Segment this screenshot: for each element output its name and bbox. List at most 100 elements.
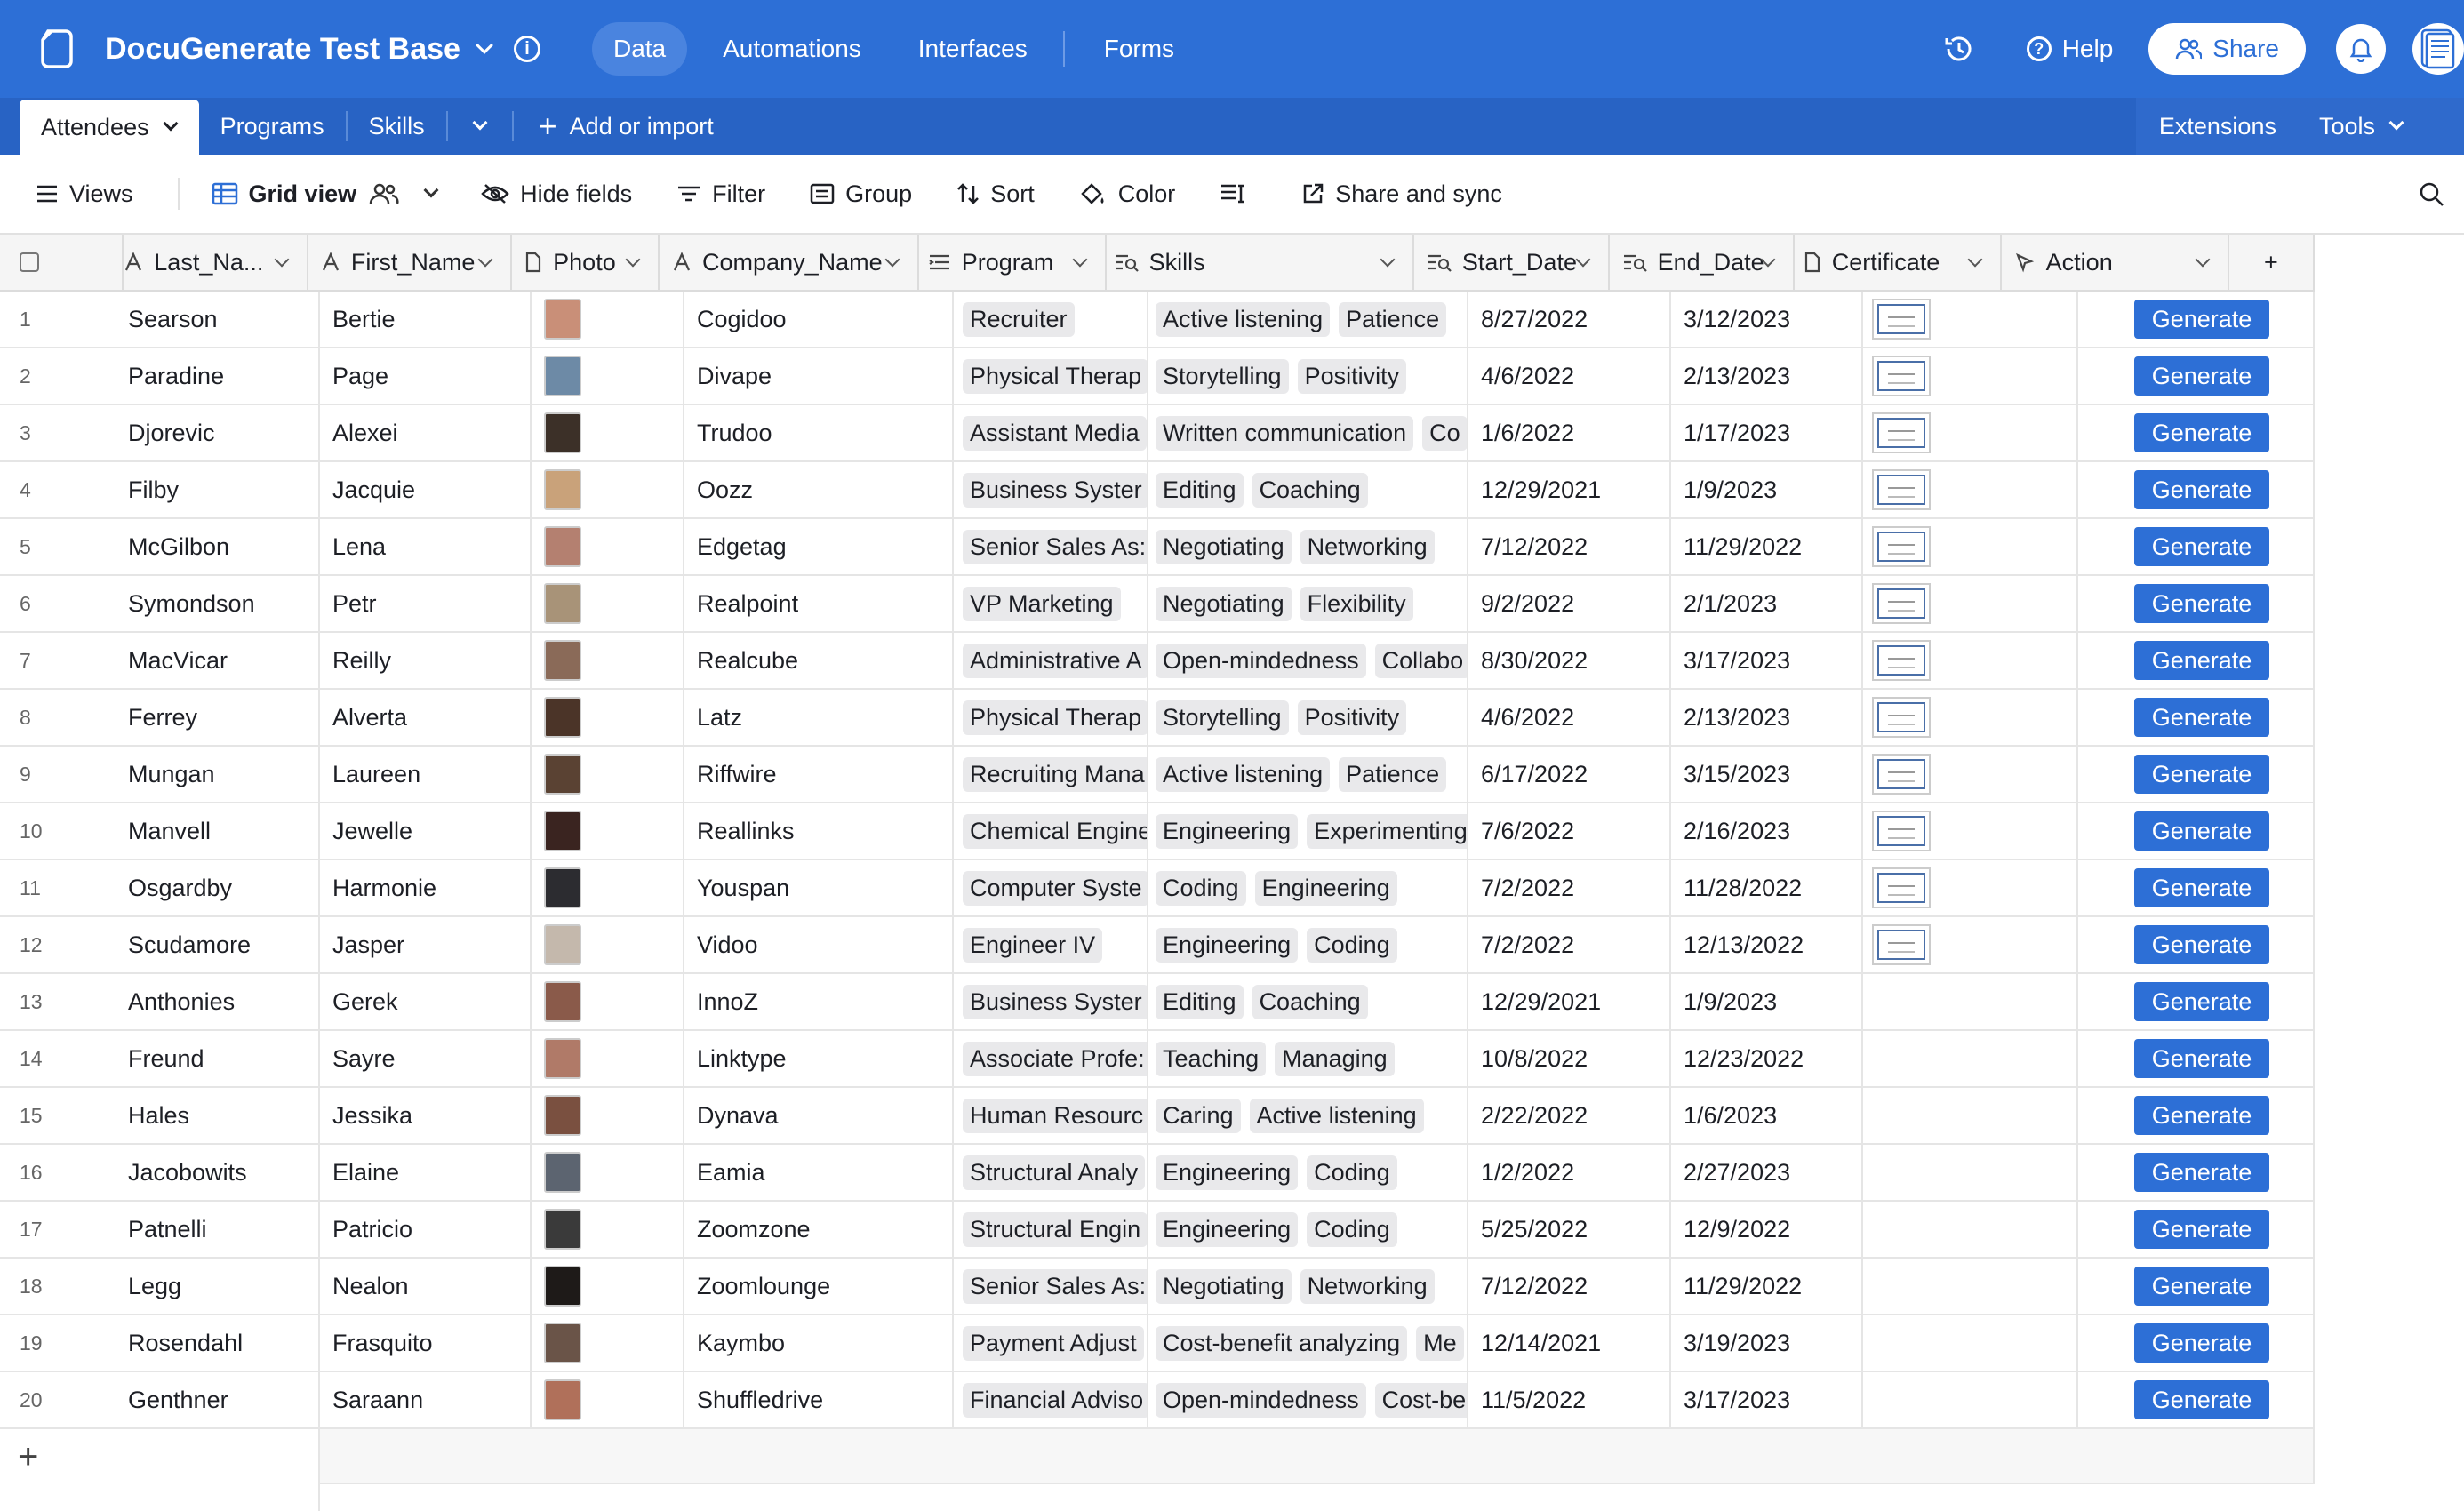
table-row[interactable]: 6 Symondson Petr Realpoint VP Marketing … (0, 576, 2315, 633)
cell-program[interactable]: Business Syster (954, 462, 1148, 517)
cell-skills[interactable]: Engineering Coding (1148, 1145, 1468, 1200)
cell-last-name[interactable]: Symondson (128, 576, 320, 631)
cell-end-date[interactable]: 1/17/2023 (1671, 405, 1863, 460)
cell-photo[interactable] (532, 633, 684, 688)
cell-photo[interactable] (532, 803, 684, 859)
table-row[interactable]: 4 Filby Jacquie Oozz Business Syster Edi… (0, 462, 2315, 519)
cell-program[interactable]: Senior Sales As: (954, 1259, 1148, 1314)
photo-thumbnail[interactable] (544, 1038, 581, 1079)
column-header-skills[interactable]: Skills (1107, 235, 1414, 290)
cell-certificate[interactable] (1863, 405, 2078, 460)
photo-thumbnail[interactable] (544, 412, 581, 453)
search-button[interactable] (2418, 180, 2455, 207)
cell-last-name[interactable]: Paradine (128, 348, 320, 404)
cell-program[interactable]: Senior Sales As: (954, 519, 1148, 574)
cell-start-date[interactable]: 7/12/2022 (1468, 1259, 1671, 1314)
cell-photo[interactable] (532, 292, 684, 347)
cell-program[interactable]: Engineer IV (954, 917, 1148, 972)
generate-button[interactable]: Generate (2134, 1267, 2269, 1306)
table-row[interactable]: 5 McGilbon Lena Edgetag Senior Sales As:… (0, 519, 2315, 576)
cell-program[interactable]: Recruiter (954, 292, 1148, 347)
cell-start-date[interactable]: 9/2/2022 (1468, 576, 1671, 631)
certificate-thumbnail[interactable] (1872, 924, 1931, 965)
cell-skills[interactable]: Editing Coaching (1148, 974, 1468, 1029)
column-header-certificate[interactable]: Certificate (1795, 235, 2002, 290)
generate-button[interactable]: Generate (2134, 811, 2269, 851)
cell-last-name[interactable]: Filby (128, 462, 320, 517)
photo-thumbnail[interactable] (544, 1266, 581, 1307)
cell-company-name[interactable]: Zoomzone (684, 1202, 954, 1257)
cell-first-name[interactable]: Reilly (320, 633, 532, 688)
cell-certificate[interactable] (1863, 860, 2078, 915)
cell-last-name[interactable]: Manvell (128, 803, 320, 859)
cell-first-name[interactable]: Harmonie (320, 860, 532, 915)
photo-thumbnail[interactable] (544, 867, 581, 908)
cell-first-name[interactable]: Jessika (320, 1088, 532, 1143)
filter-button[interactable]: Filter (676, 180, 765, 208)
cell-program[interactable]: Chemical Engine (954, 803, 1148, 859)
hide-fields-button[interactable]: Hide fields (481, 180, 632, 208)
cell-program[interactable]: Recruiting Mana (954, 747, 1148, 802)
table-row[interactable]: 15 Hales Jessika Dynava Human Resourc Ca… (0, 1088, 2315, 1145)
share-button[interactable]: Share (2148, 23, 2306, 75)
generate-button[interactable]: Generate (2134, 1323, 2269, 1363)
photo-thumbnail[interactable] (544, 299, 581, 340)
cell-end-date[interactable]: 3/12/2023 (1671, 292, 1863, 347)
cell-certificate[interactable] (1863, 1031, 2078, 1086)
cell-photo[interactable] (532, 974, 684, 1029)
certificate-thumbnail[interactable] (1872, 469, 1931, 510)
cell-photo[interactable] (532, 519, 684, 574)
chevron-down-icon[interactable] (625, 252, 641, 268)
add-record-button[interactable]: + (0, 1429, 320, 1484)
photo-thumbnail[interactable] (544, 1152, 581, 1193)
cell-company-name[interactable]: Youspan (684, 860, 954, 915)
cell-skills[interactable]: Teaching Managing (1148, 1031, 1468, 1086)
generate-button[interactable]: Generate (2134, 1380, 2269, 1419)
sort-button[interactable]: Sort (956, 180, 1035, 208)
cell-start-date[interactable]: 5/25/2022 (1468, 1202, 1671, 1257)
generate-button[interactable]: Generate (2134, 982, 2269, 1021)
table-row[interactable]: 17 Patnelli Patricio Zoomzone Structural… (0, 1202, 2315, 1259)
cell-skills[interactable]: Open-mindedness Cost-be (1148, 1372, 1468, 1427)
tab-skills[interactable]: Skills (348, 98, 446, 155)
cell-last-name[interactable]: Djorevic (128, 405, 320, 460)
generate-button[interactable]: Generate (2134, 1210, 2269, 1249)
cell-last-name[interactable]: Hales (128, 1088, 320, 1143)
cell-first-name[interactable]: Page (320, 348, 532, 404)
chevron-down-icon[interactable] (884, 252, 900, 268)
photo-thumbnail[interactable] (544, 469, 581, 510)
cell-certificate[interactable] (1863, 1088, 2078, 1143)
info-icon[interactable]: i (513, 36, 540, 62)
table-row[interactable]: 11 Osgardby Harmonie Youspan Computer Sy… (0, 860, 2315, 917)
cell-start-date[interactable]: 2/22/2022 (1468, 1088, 1671, 1143)
cell-first-name[interactable]: Alexei (320, 405, 532, 460)
cell-company-name[interactable]: Realpoint (684, 576, 954, 631)
cell-last-name[interactable]: Rosendahl (128, 1315, 320, 1371)
column-header-program[interactable]: Program (919, 235, 1107, 290)
generate-button[interactable]: Generate (2134, 868, 2269, 907)
cell-end-date[interactable]: 2/13/2023 (1671, 348, 1863, 404)
row-height-button[interactable] (1220, 182, 1257, 205)
column-header-photo[interactable]: Photo (512, 235, 660, 290)
cell-program[interactable]: Administrative A (954, 633, 1148, 688)
generate-button[interactable]: Generate (2134, 584, 2269, 623)
cell-start-date[interactable]: 8/27/2022 (1468, 292, 1671, 347)
column-header-start-date[interactable]: Start_Date (1414, 235, 1610, 290)
cell-program[interactable]: Physical Therap (954, 348, 1148, 404)
cell-end-date[interactable]: 11/28/2022 (1671, 860, 1863, 915)
cell-end-date[interactable]: 11/29/2022 (1671, 519, 1863, 574)
cell-photo[interactable] (532, 1315, 684, 1371)
cell-skills[interactable]: Open-mindedness Collabo (1148, 633, 1468, 688)
cell-end-date[interactable]: 12/23/2022 (1671, 1031, 1863, 1086)
chevron-down-icon[interactable] (477, 252, 493, 268)
photo-thumbnail[interactable] (544, 1379, 581, 1420)
cell-photo[interactable] (532, 1372, 684, 1427)
cell-start-date[interactable]: 7/2/2022 (1468, 860, 1671, 915)
cell-start-date[interactable]: 12/29/2021 (1468, 974, 1671, 1029)
generate-button[interactable]: Generate (2134, 925, 2269, 964)
cell-certificate[interactable] (1863, 917, 2078, 972)
cell-first-name[interactable]: Alverta (320, 690, 532, 745)
cell-start-date[interactable]: 11/5/2022 (1468, 1372, 1671, 1427)
cell-start-date[interactable]: 4/6/2022 (1468, 348, 1671, 404)
extensions-button[interactable]: Extensions (2159, 113, 2276, 140)
